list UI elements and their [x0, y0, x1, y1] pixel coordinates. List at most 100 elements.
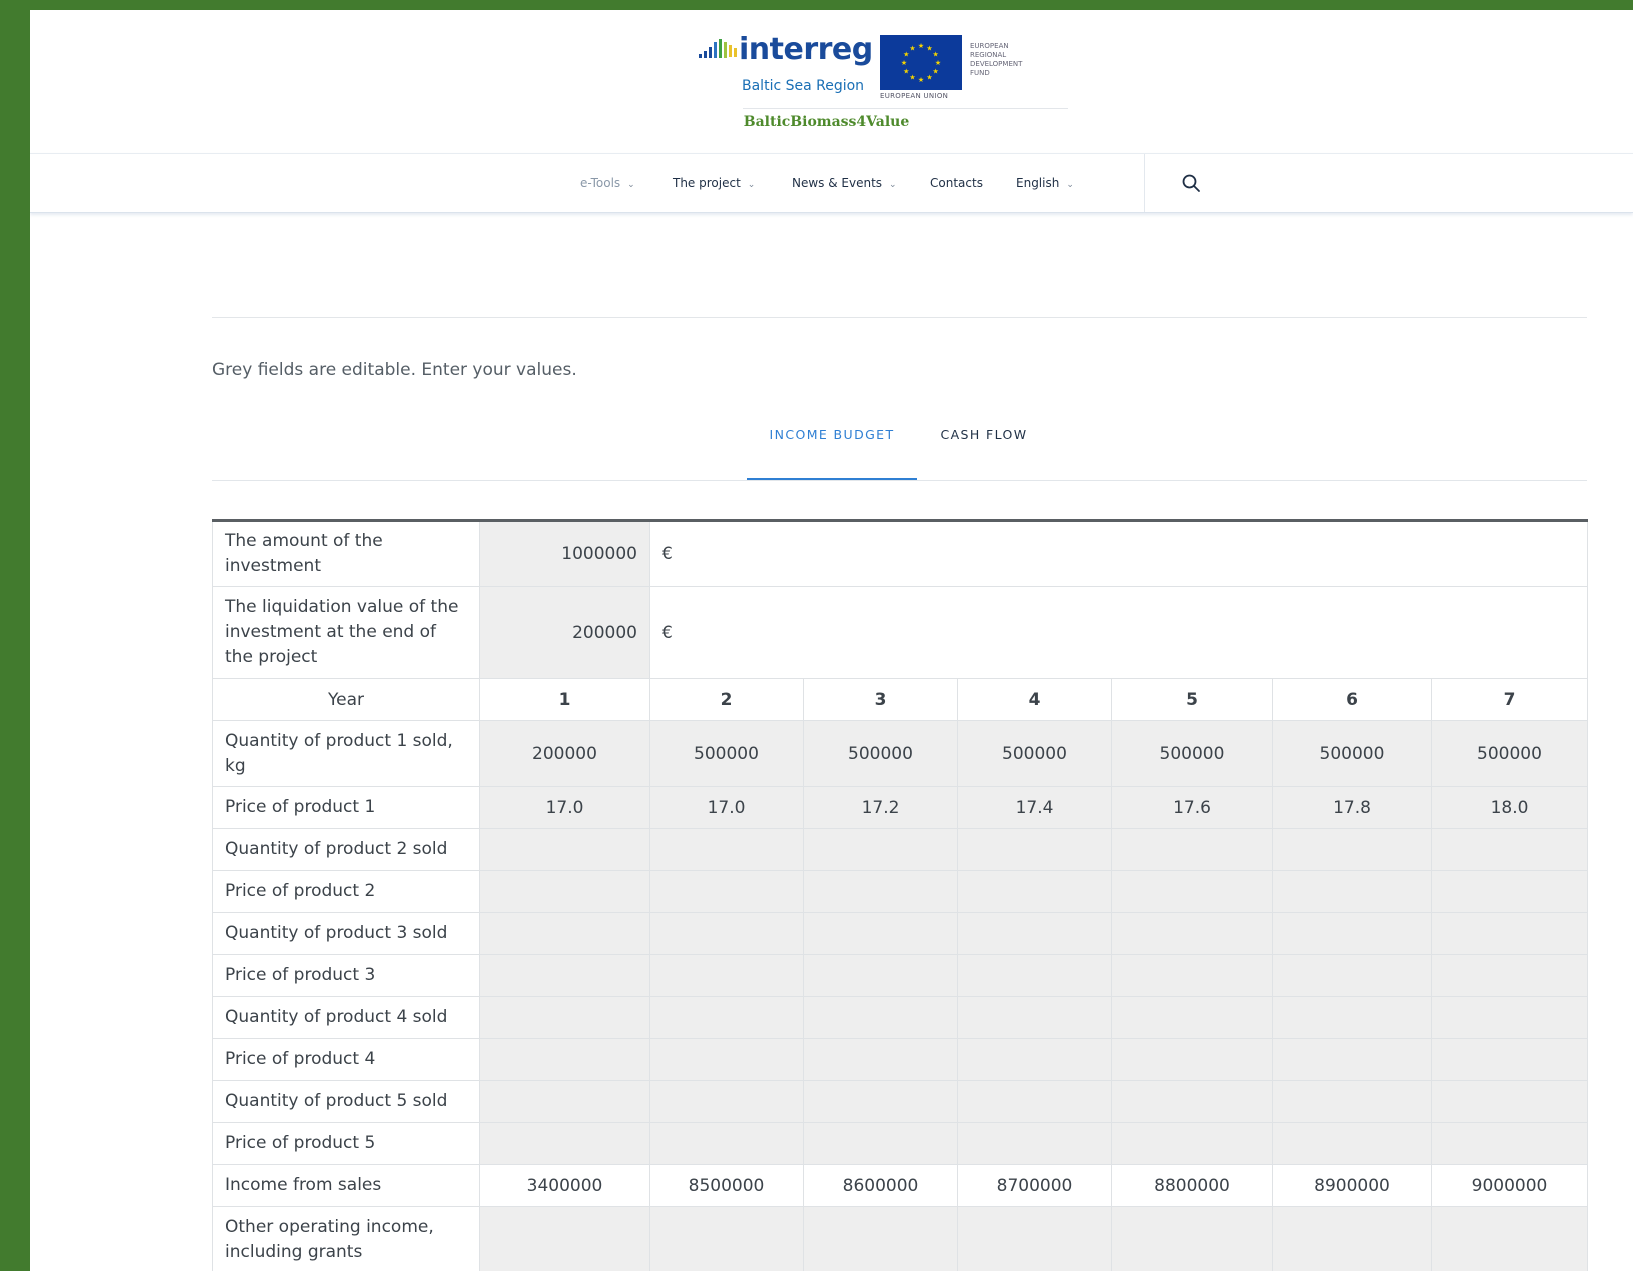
editable-cell[interactable] — [1111, 1038, 1273, 1081]
editable-cell[interactable] — [479, 996, 650, 1039]
editable-cell[interactable] — [1272, 1080, 1432, 1123]
editable-cell[interactable] — [479, 1080, 650, 1123]
tab-cash-flow[interactable]: CASH FLOW — [924, 420, 1044, 478]
editable-cell[interactable] — [803, 912, 958, 955]
editable-cell[interactable] — [479, 870, 650, 913]
editable-cell[interactable] — [479, 1038, 650, 1081]
editable-cell[interactable] — [957, 912, 1112, 955]
nav-item-contacts[interactable]: Contacts — [930, 154, 983, 212]
editable-cell[interactable] — [649, 1122, 804, 1165]
editable-cell[interactable] — [479, 828, 650, 871]
editable-cell[interactable] — [1111, 1080, 1273, 1123]
editable-cell[interactable] — [1430, 828, 1589, 871]
editable-cell[interactable] — [649, 1038, 804, 1081]
editable-cell[interactable] — [803, 870, 958, 913]
table-row: The amount of the investment 1000000 € — [212, 520, 1589, 587]
editable-cell[interactable] — [1272, 870, 1432, 913]
liquidation-input[interactable]: 200000 — [479, 586, 650, 679]
row-label: Price of product 4 — [212, 1038, 480, 1081]
editable-cell[interactable] — [479, 1206, 650, 1271]
editable-cell[interactable]: 500000 — [1272, 720, 1432, 787]
nav-item-english[interactable]: English ⌄ — [1016, 154, 1074, 212]
investment-input[interactable]: 1000000 — [479, 520, 650, 587]
table-row: Quantity of product 1 sold, kg 200000 5000… — [212, 720, 1589, 787]
eu-star-icon: ★ — [909, 44, 915, 52]
editable-cell[interactable] — [649, 912, 804, 955]
editable-cell[interactable] — [957, 1122, 1112, 1165]
editable-cell[interactable]: 17.8 — [1272, 786, 1432, 829]
search-icon[interactable] — [1181, 173, 1201, 193]
editable-cell[interactable]: 500000 — [1430, 720, 1589, 787]
interreg-wordmark: interreg — [739, 32, 873, 67]
main-nav: e-Tools ⌄ The project ⌄ News & Events ⌄ Con… — [30, 153, 1633, 213]
editable-cell[interactable] — [649, 1080, 804, 1123]
editable-cell[interactable] — [803, 1122, 958, 1165]
editable-cell[interactable]: 17.0 — [649, 786, 804, 829]
editable-cell[interactable] — [957, 1080, 1112, 1123]
editable-cell[interactable] — [1430, 996, 1589, 1039]
editable-cell[interactable] — [957, 870, 1112, 913]
editable-cell[interactable]: 17.0 — [479, 786, 650, 829]
editable-cell[interactable] — [957, 828, 1112, 871]
editable-cell[interactable] — [1111, 996, 1273, 1039]
tab-income-budget[interactable]: INCOME BUDGET — [747, 420, 917, 480]
editable-cell[interactable] — [479, 954, 650, 997]
editable-cell[interactable] — [803, 996, 958, 1039]
interreg-logo[interactable]: interreg Baltic Sea Region — [698, 22, 898, 102]
editable-cell[interactable] — [1111, 954, 1273, 997]
editable-cell[interactable]: 17.2 — [803, 786, 958, 829]
row-label: Quantity of product 4 sold — [212, 996, 480, 1039]
editable-cell[interactable] — [957, 1038, 1112, 1081]
editable-cell[interactable] — [649, 954, 804, 997]
editable-cell[interactable] — [649, 828, 804, 871]
editable-cell[interactable]: 17.4 — [957, 786, 1112, 829]
editable-cell[interactable]: 200000 — [479, 720, 650, 787]
editable-cell[interactable] — [803, 1080, 958, 1123]
nav-item-the-project[interactable]: The project ⌄ — [673, 154, 755, 212]
nav-item-news-events[interactable]: News & Events ⌄ — [792, 154, 897, 212]
editable-cell[interactable] — [1430, 954, 1589, 997]
editable-cell[interactable] — [1430, 912, 1589, 955]
editable-cell[interactable] — [1430, 1038, 1589, 1081]
year-header-cell: 4 — [957, 678, 1112, 721]
editable-cell[interactable] — [649, 870, 804, 913]
editable-cell[interactable] — [1272, 1122, 1432, 1165]
editable-cell[interactable] — [1272, 828, 1432, 871]
editable-cell[interactable] — [479, 1122, 650, 1165]
editable-cell[interactable]: 500000 — [803, 720, 958, 787]
editable-cell[interactable]: 500000 — [649, 720, 804, 787]
editable-cell[interactable] — [479, 912, 650, 955]
liquidation-label: The liquidation value of the investment … — [212, 586, 480, 679]
editable-cell[interactable] — [1111, 1206, 1273, 1271]
editable-cell[interactable] — [803, 828, 958, 871]
editable-cell[interactable] — [1430, 1080, 1589, 1123]
editable-cell[interactable] — [1272, 954, 1432, 997]
editable-cell[interactable] — [957, 1206, 1112, 1271]
editable-cell[interactable] — [1430, 870, 1589, 913]
editable-cell[interactable]: 18.0 — [1430, 786, 1589, 829]
editable-cell[interactable] — [1111, 870, 1273, 913]
year-header-cell: 5 — [1111, 678, 1273, 721]
editable-cell[interactable] — [957, 996, 1112, 1039]
editable-cell[interactable] — [957, 954, 1112, 997]
editable-cell[interactable] — [803, 954, 958, 997]
editable-cell[interactable] — [1272, 912, 1432, 955]
editable-cell[interactable] — [1111, 828, 1273, 871]
editable-cell[interactable] — [649, 996, 804, 1039]
editable-cell[interactable] — [803, 1206, 958, 1271]
project-name[interactable]: BalticBiomass4Value — [30, 114, 1633, 130]
nav-item-e-tools[interactable]: e-Tools ⌄ — [580, 154, 635, 212]
editable-cell[interactable] — [649, 1206, 804, 1271]
editable-cell[interactable] — [1430, 1122, 1589, 1165]
editable-cell[interactable] — [1430, 1206, 1589, 1271]
editable-cell[interactable] — [1111, 1122, 1273, 1165]
editable-cell[interactable] — [1272, 996, 1432, 1039]
editable-cell[interactable] — [1272, 1038, 1432, 1081]
editable-cell[interactable]: 500000 — [957, 720, 1112, 787]
editable-cell[interactable] — [1272, 1206, 1432, 1271]
editable-cell[interactable] — [803, 1038, 958, 1081]
signal-bars-icon — [699, 39, 737, 58]
editable-cell[interactable]: 17.6 — [1111, 786, 1273, 829]
editable-cell[interactable] — [1111, 912, 1273, 955]
editable-cell[interactable]: 500000 — [1111, 720, 1273, 787]
